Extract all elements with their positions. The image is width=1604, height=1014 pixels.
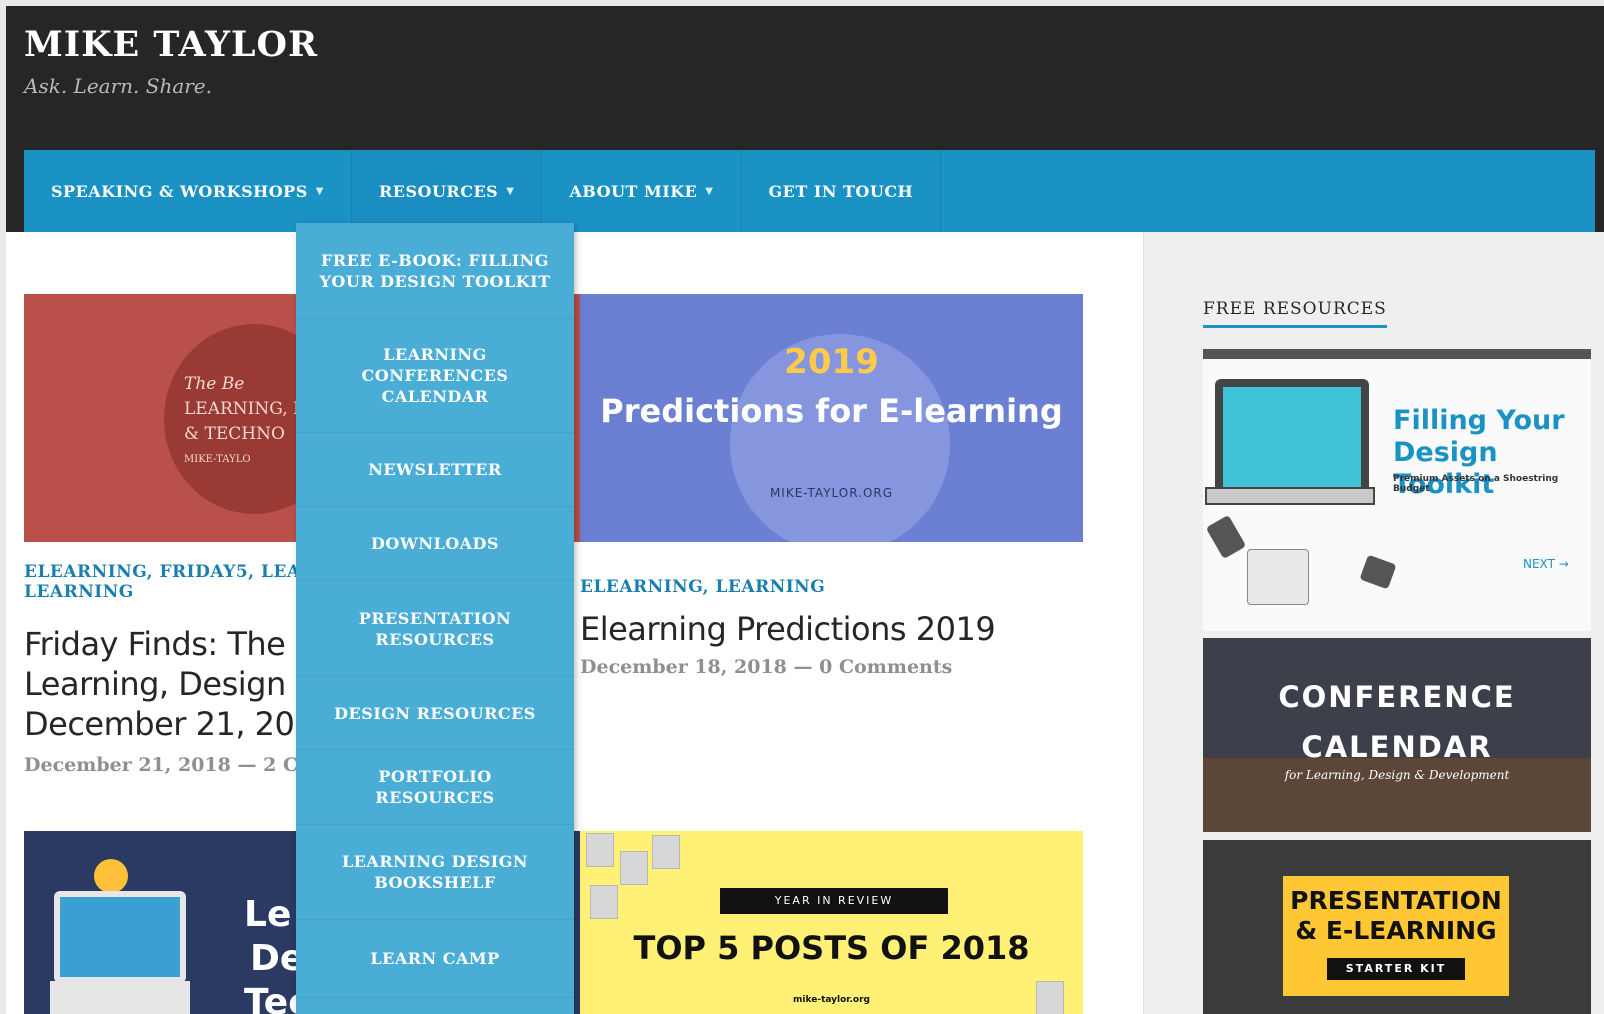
post-meta: December 18, 2018 — 0 Comments — [580, 656, 953, 678]
card-title: PRESENTATION & E-LEARNING — [1283, 886, 1509, 946]
card-next-link[interactable]: NEXT → — [1523, 557, 1569, 571]
post-categories-line[interactable]: LEARNING — [24, 582, 315, 602]
document-icon — [620, 851, 648, 885]
post-meta: December 21, 2018 — 2 Com — [24, 754, 331, 776]
nav-item-label: GET IN TOUCH — [768, 181, 914, 201]
thumbnail-source: MIKE-TAYLOR.ORG — [769, 486, 894, 500]
card-badge: STARTER KIT — [1327, 958, 1465, 980]
menu-item-free-ebook[interactable]: FREE E-BOOK: FILLING YOUR DESIGN TOOLKIT — [296, 223, 574, 319]
laptop-screen-graphic — [54, 891, 186, 983]
thumbnail-title: TOP 5 POSTS OF 2018 — [633, 929, 1030, 967]
keyboard-graphic — [50, 981, 190, 1014]
card-subtitle: for Learning, Design & Development — [1284, 768, 1510, 782]
thumbnail-text-line: & TECHNO — [184, 424, 285, 444]
post-thumbnail-elearning-predictions[interactable]: 2019 Predictions for E-learning MIKE-TAY… — [580, 294, 1083, 542]
laptop-graphic — [1215, 379, 1369, 495]
thumbnail-year: 2019 — [784, 342, 879, 382]
menu-item-presentation-resources[interactable]: PRESENTATION RESOURCES — [296, 581, 574, 677]
card-title-line: PRESENTATION — [1290, 886, 1502, 915]
sketchbook-graphic — [1247, 549, 1309, 605]
post-categories[interactable]: ELEARNING, FRIDAY5, LEAR LEARNING — [24, 562, 315, 602]
card-title-line: CALENDAR — [1301, 730, 1493, 764]
post-title-line[interactable]: Friday Finds: The I — [24, 624, 334, 664]
document-icon — [586, 833, 614, 867]
thumbnail-text-line: The Be — [184, 374, 245, 394]
post-title-friday-finds[interactable]: Friday Finds: The I Learning, Design Dec… — [24, 624, 335, 744]
nav-item-speaking-workshops[interactable]: SPEAKING & WORKSHOPS ▼ — [24, 150, 352, 232]
post-categories-line[interactable]: ELEARNING, FRIDAY5, LEAR — [24, 562, 315, 582]
resources-dropdown-menu: FREE E-BOOK: FILLING YOUR DESIGN TOOLKIT… — [296, 223, 574, 1014]
nav-item-get-in-touch[interactable]: GET IN TOUCH — [742, 150, 942, 232]
thumbnail-source: mike-taylor.org — [793, 995, 870, 1005]
laptop-base-graphic — [1205, 487, 1375, 505]
sidebar-heading: FREE RESOURCES — [1203, 299, 1387, 328]
thumbnail-text-line: LEARNING, I — [184, 399, 300, 419]
nav-item-about-mike[interactable]: ABOUT MIKE ▼ — [542, 150, 742, 232]
card-subtitle: Premium Assets on a Shoestring Budget — [1393, 474, 1559, 494]
card-title: CONFERENCE CALENDAR — [1203, 672, 1591, 772]
document-icon — [652, 835, 680, 869]
phone-graphic — [1205, 514, 1247, 560]
card-title-line: & E-LEARNING — [1295, 916, 1497, 945]
resource-card-design-toolkit[interactable]: Filling Your Design Toolkit Premium Asse… — [1203, 349, 1591, 631]
resource-card-conference-calendar[interactable]: CONFERENCE CALENDAR for Learning, Design… — [1203, 638, 1591, 832]
caret-down-icon: ▼ — [506, 185, 515, 197]
caret-down-icon: ▼ — [705, 185, 714, 197]
card-title-line: Filling Your — [1393, 405, 1565, 436]
post-title-line[interactable]: December 21, 2018 — [24, 704, 335, 744]
nav-item-label: SPEAKING & WORKSHOPS — [51, 181, 308, 201]
document-icon — [590, 885, 618, 919]
menu-item-learning-design-bookshelf[interactable]: LEARNING DESIGN BOOKSHELF — [296, 825, 574, 920]
nav-item-label: ABOUT MIKE — [569, 181, 698, 201]
menu-item-downloads[interactable]: DOWNLOADS — [296, 507, 574, 581]
menu-item-learning-conferences-calendar[interactable]: LEARNING CONFERENCES CALENDAR — [296, 319, 574, 433]
tablet-graphic — [1359, 554, 1397, 590]
nav-item-resources[interactable]: RESOURCES ▼ — [351, 150, 543, 234]
main-nav: SPEAKING & WORKSHOPS ▼ RESOURCES ▼ ABOUT… — [24, 150, 1595, 234]
thumbnail-text: The Be LEARNING, I & TECHNO MIKE-TAYLO — [184, 372, 300, 472]
thumbnail-title: Predictions for E-learning — [600, 392, 1063, 430]
nav-item-label: RESOURCES — [378, 181, 499, 201]
post-title-elearning-predictions[interactable]: Elearning Predictions 2019 — [580, 609, 996, 649]
site-tagline: Ask. Learn. Share. — [24, 74, 212, 98]
caret-down-icon: ▼ — [315, 185, 324, 197]
resource-card-presentation-kit[interactable]: PRESENTATION & E-LEARNING STARTER KIT — [1203, 840, 1591, 1014]
post-categories[interactable]: ELEARNING, LEARNING — [580, 577, 825, 597]
site-header: MIKE TAYLOR Ask. Learn. Share. SPEAKING … — [6, 6, 1604, 234]
menu-item-learn-camp[interactable]: LEARN CAMP — [296, 920, 574, 998]
thumbnail-text-line: MIKE-TAYLO — [184, 454, 251, 465]
post-title-line[interactable]: Learning, Design — [24, 664, 334, 704]
menu-item-portfolio-resources[interactable]: PORTFOLIO RESOURCES — [296, 750, 574, 825]
menu-item-newsletter[interactable]: NEWSLETTER — [296, 433, 574, 507]
site-title[interactable]: MIKE TAYLOR — [24, 24, 318, 65]
thumbnail-banner: YEAR IN REVIEW — [720, 888, 948, 914]
menu-item-design-resources[interactable]: DESIGN RESOURCES — [296, 677, 574, 750]
post-thumbnail-top-5-posts[interactable]: YEAR IN REVIEW TOP 5 POSTS OF 2018 mike-… — [580, 831, 1083, 1014]
lightbulb-icon — [94, 859, 128, 893]
card-title-line: CONFERENCE — [1278, 680, 1516, 714]
browser-frame: MIKE TAYLOR Ask. Learn. Share. SPEAKING … — [6, 6, 1604, 1014]
